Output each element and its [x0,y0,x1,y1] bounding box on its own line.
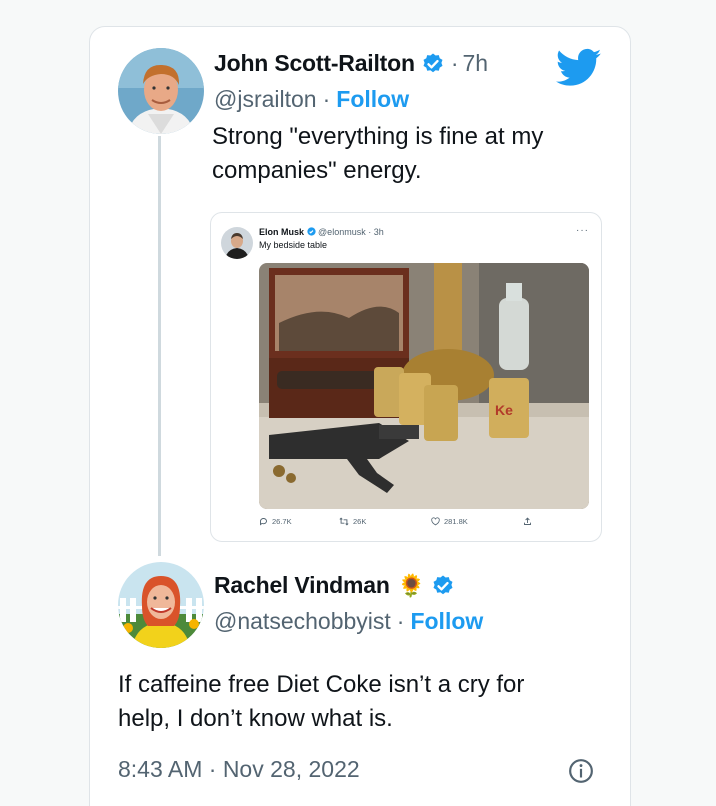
like-action: 281.8K [431,517,468,526]
reply-author-handle[interactable]: @natsechobbyist [214,608,391,635]
tweet-header: John Scott-Railton · 7h [214,50,488,77]
author-name[interactable]: John Scott-Railton [214,50,415,77]
retweet-count: 26K [353,517,367,526]
follow-separator: · [322,86,331,112]
reply-follow-button[interactable]: Follow [410,608,483,635]
info-icon[interactable] [568,758,594,784]
embedded-handle: @elonmusk · 3h [318,227,384,237]
embedded-tweet-image[interactable]: Elon Musk @elonmusk · 3h My bedside tabl… [210,212,602,542]
reply-timestamp[interactable]: 8:43 AM · Nov 28, 2022 [118,756,360,783]
verified-badge-icon [421,52,445,76]
reply-header: Rachel Vindman 🌻 [214,572,455,599]
embedded-actions: 26.7K 26K 281.8K [259,517,549,533]
embedded-author-name: Elon Musk [259,227,305,237]
svg-text:Ke: Ke [495,402,513,418]
tweet-time[interactable]: 7h [463,50,489,77]
more-icon: ··· [576,225,589,236]
sunflower-icon: 🌻 [397,572,426,598]
reply-text-line: help, I don’t know what is. [118,705,393,732]
tweet-text-line: Strong "everything is fine at my [212,123,544,150]
reply-count: 26.7K [272,517,292,526]
like-icon [431,517,440,526]
like-count: 281.8K [444,517,468,526]
reply-text: If caffeine free Diet Coke isn’t a cry f… [118,668,524,736]
share-action [523,517,532,526]
embedded-text: My bedside table [259,240,328,250]
time-separator: · [450,50,459,76]
retweet-icon [339,517,349,526]
embedded-verified-icon [306,227,316,236]
reply-author-name[interactable]: Rachel Vindman [214,572,390,599]
reply-icon [260,518,267,526]
reply-action: 26.7K [259,517,292,526]
reply-text-line: If caffeine free Diet Coke isn’t a cry f… [118,671,525,698]
handle-row: @jsrailton · Follow [214,86,409,113]
tweet-text-line: companies" energy. [212,157,422,184]
share-icon [524,517,531,525]
tweet-text: Strong "everything is fine at my compani… [212,120,543,188]
thread-line [158,136,161,556]
avatar-rachel[interactable] [118,562,204,648]
embedded-avatar [221,227,253,259]
avatar-john[interactable] [118,48,204,134]
follow-separator: · [396,608,405,634]
embedded-author-line: Elon Musk @elonmusk · 3h [259,227,384,237]
twitter-bird-icon[interactable] [555,48,602,88]
author-handle[interactable]: @jsrailton [214,86,317,113]
reply-handle-row: @natsechobbyist · Follow [214,608,483,635]
follow-button[interactable]: Follow [336,86,409,113]
bedside-table-photo: Ke [259,263,589,509]
retweet-action: 26K [339,517,366,526]
verified-badge-icon [431,574,455,598]
